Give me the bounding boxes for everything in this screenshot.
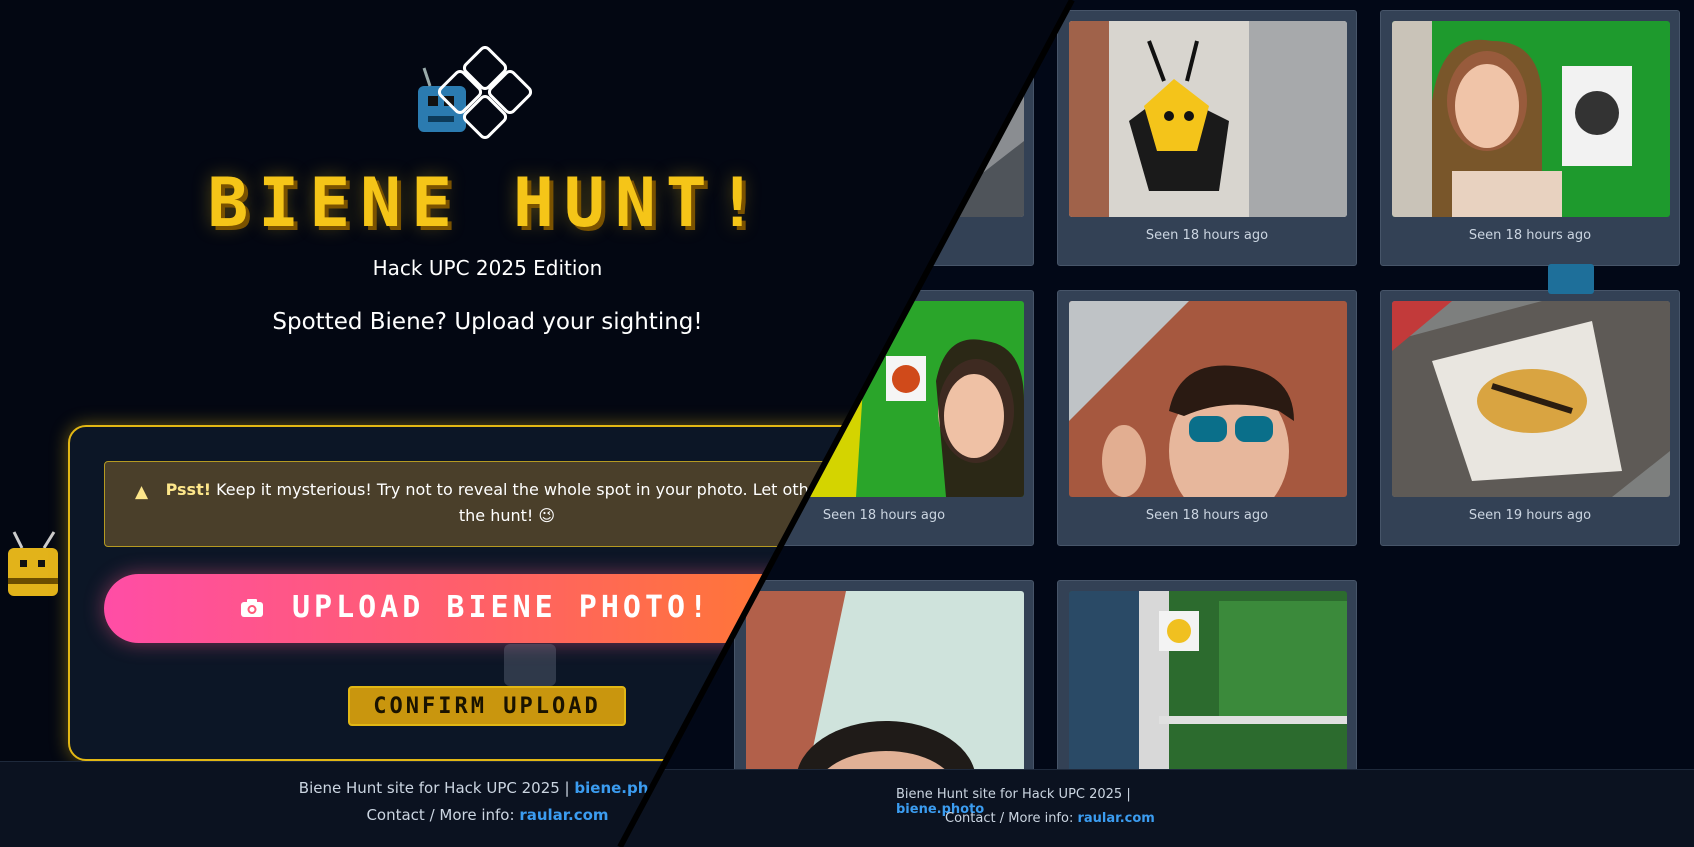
footer-site-text: Biene Hunt site for Hack UPC 2025 | (298, 779, 570, 797)
upload-photo-button[interactable]: UPLOAD BIENE PHOTO! (104, 574, 824, 643)
photo-image (1069, 301, 1347, 497)
page-title: BIENE HUNT! (207, 164, 768, 243)
seen-time: Seen 18 hours ago (1145, 228, 1269, 243)
upload-photo-label: UPLOAD BIENE PHOTO! (292, 590, 712, 625)
logo-icon (418, 46, 533, 140)
bee-decoration-icon (1548, 264, 1594, 294)
confirm-upload-button[interactable]: CONFIRM UPLOAD (348, 686, 626, 726)
footer-contact-link[interactable]: raular.com (1077, 811, 1154, 826)
seen-time: Seen 19 hours ago (1468, 508, 1592, 523)
footer-contact-text: Contact / More info: (945, 811, 1074, 826)
privacy-notice: ▲ Psst! Keep it mysterious! Try not to r… (104, 461, 884, 547)
sighting-photo[interactable] (746, 591, 1024, 781)
seen-time: Seen 18 hours ago (1468, 228, 1592, 243)
sighting-photo[interactable] (1392, 21, 1670, 217)
footer-contact-link[interactable]: raular.com (519, 806, 608, 824)
notice-highlight: Psst! (165, 480, 212, 499)
tagline: Spotted Biene? Upload your sighting! (272, 309, 703, 335)
sighting-photo[interactable] (1069, 591, 1347, 781)
sighting-card[interactable] (1057, 580, 1357, 781)
photo-image (746, 591, 1024, 781)
sighting-card[interactable]: Seen 19 hours ago (1380, 290, 1680, 546)
camera-icon (241, 599, 263, 617)
sighting-card[interactable]: Seen 18 hours ago (1057, 290, 1357, 546)
sighting-photo[interactable] (1069, 301, 1347, 497)
footer-site-text: Biene Hunt site for Hack UPC 2025 | (896, 787, 1131, 802)
sighting-card[interactable] (734, 580, 1034, 781)
seen-time: Seen 18 hours ago (1145, 508, 1269, 523)
footer-line-contact: Contact / More info: raular.com (945, 811, 1245, 826)
notice-text-2: the hunt! 😉 (458, 506, 556, 525)
photo-image (1392, 301, 1670, 497)
sighting-card[interactable]: Seen 18 hours ago (1057, 10, 1357, 266)
footer-contact-text: Contact / More info: (366, 806, 515, 824)
bee-mascot-icon (8, 531, 58, 596)
photo-image (1392, 21, 1670, 217)
sighting-photo[interactable] (1392, 301, 1670, 497)
photo-image (1069, 21, 1347, 217)
notice-text: Keep it mysterious! Try not to reveal th… (216, 480, 849, 499)
sighting-card[interactable]: Seen 18 hours ago (1380, 10, 1680, 266)
bee-ghost-icon (504, 644, 556, 686)
photo-image (1069, 591, 1347, 781)
warning-icon: ▲ (135, 482, 149, 502)
sighting-photo[interactable] (1069, 21, 1347, 217)
edition-subtitle: Hack UPC 2025 Edition (372, 256, 603, 280)
